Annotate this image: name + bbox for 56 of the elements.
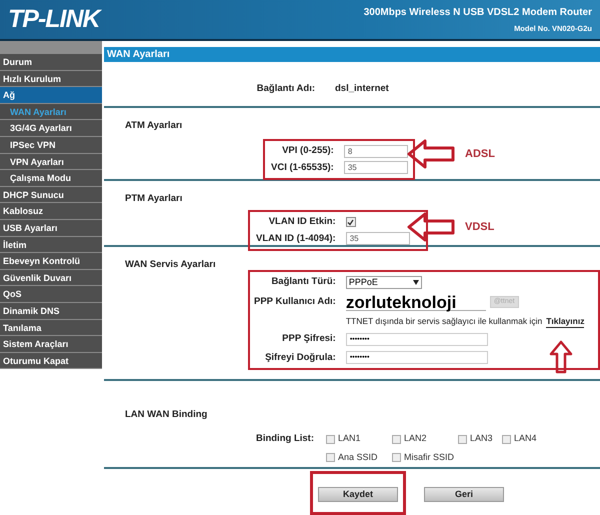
product-name: 300Mbps Wireless N USB VDSL2 Modem Router — [364, 6, 592, 20]
section-title: WAN Servis Ayarları — [125, 258, 217, 272]
text-field[interactable]: zorluteknoloji — [346, 294, 486, 310]
field-label: VLAN ID Etkin: — [268, 215, 336, 230]
callout-label: ADSL — [465, 146, 495, 162]
sidebar-item[interactable]: Tanılama — [0, 320, 102, 336]
hint-text: TTNET dışında bir servis sağlayıcı ile kullanmak için — [346, 315, 542, 328]
checkbox[interactable] — [346, 217, 356, 228]
binding-checkbox[interactable]: LAN1 — [326, 432, 392, 446]
logo: TP-LINK — [8, 4, 100, 35]
page-title-bar: WAN Ayarları — [104, 47, 600, 62]
sidebar-item[interactable]: 3G/4G Ayarları — [0, 120, 102, 137]
text-field[interactable]: 8 — [344, 144, 408, 158]
field-label: Bağlantı Adı: — [256, 82, 315, 96]
field-label: Binding List: — [254, 432, 314, 446]
connection-name: dsl_internet — [335, 82, 389, 96]
check-icon — [347, 218, 354, 226]
text-field[interactable]: 35 — [346, 232, 410, 246]
field-label: Bağlantı Türü: — [270, 275, 336, 290]
sidebar-item[interactable]: Kablosuz — [0, 203, 102, 220]
sidebar-item[interactable]: QoS — [0, 286, 102, 303]
click-link[interactable]: Tıklayınız — [546, 314, 584, 328]
section-title: PTM Ayarları — [125, 192, 184, 206]
field-label: VPI (0-255): — [281, 144, 334, 158]
sidebar-item[interactable]: Dinamik DNS — [0, 302, 102, 320]
sidebar-item[interactable]: Hızlı Kurulum — [0, 70, 102, 88]
binding-checkbox[interactable]: LAN2 — [392, 432, 458, 446]
sidebar-item[interactable]: Güvenlik Duvarı — [0, 270, 102, 286]
caret-icon — [412, 280, 419, 285]
sidebar-item[interactable]: Durum — [0, 54, 102, 71]
callout-label: VDSL — [465, 220, 494, 235]
sidebar-item[interactable]: Oturumu Kapat — [0, 352, 102, 370]
text-field[interactable]: 35 — [344, 161, 408, 174]
field-label: VCI (1-65535): — [271, 160, 334, 174]
field-label: PPP Şifresi: — [281, 332, 336, 346]
save-button[interactable]: Kaydet — [318, 487, 398, 502]
sidebar-item[interactable]: USB Ayarları — [0, 220, 102, 237]
field-label: Şifreyi Doğrula: — [264, 350, 336, 364]
back-button[interactable]: Geri — [424, 487, 504, 502]
field-label: PPP Kullanıcı Adı: — [254, 294, 336, 309]
sidebar-item[interactable]: IPSec VPN — [0, 136, 102, 154]
binding-checkbox[interactable]: Ana SSID — [326, 450, 392, 464]
binding-checkbox[interactable]: LAN4 — [502, 432, 552, 446]
sidebar-item[interactable]: Çalışma Modu — [0, 170, 102, 187]
section-title: LAN WAN Binding — [125, 408, 208, 422]
sidebar-item[interactable]: Sistem Araçları — [0, 336, 102, 353]
dropdown[interactable]: PPPoE — [346, 276, 422, 289]
sidebar-item[interactable]: Ağ — [0, 87, 102, 104]
sidebar-item[interactable]: Ebeveyn Kontrolü — [0, 253, 102, 270]
sidebar-item[interactable]: VPN Ayarları — [0, 154, 102, 170]
section-title: ATM Ayarları — [125, 119, 184, 133]
binding-checkbox[interactable]: Misafir SSID — [392, 450, 458, 464]
field-label: VLAN ID (1-4094): — [256, 232, 336, 246]
sidebar-item[interactable]: İletim — [0, 236, 102, 254]
sidebar-item[interactable]: DHCP Sunucu — [0, 186, 102, 204]
binding-checkbox[interactable]: LAN3 — [458, 432, 502, 446]
